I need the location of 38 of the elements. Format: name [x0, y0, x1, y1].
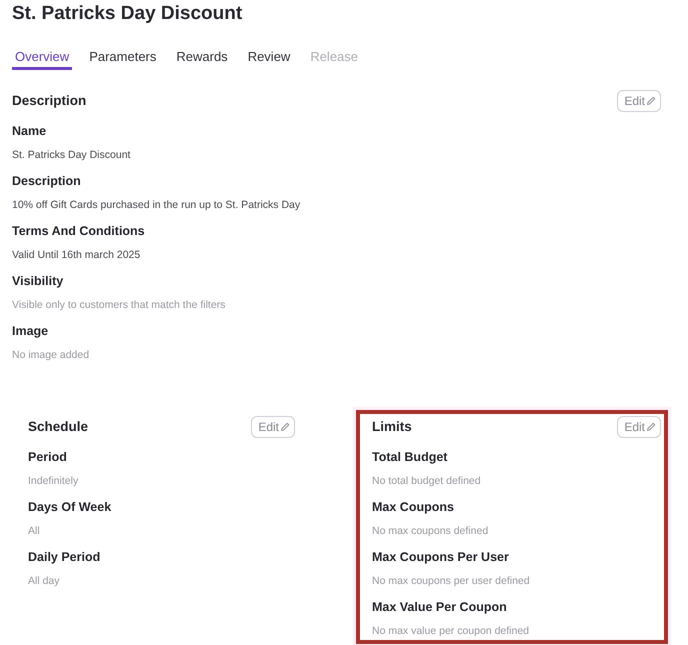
- section-heading: Schedule: [28, 418, 88, 436]
- field-label: Description: [12, 173, 81, 190]
- edit-button[interactable]: Edit: [251, 416, 295, 438]
- field-label: Max Coupons: [372, 499, 454, 516]
- field-value: All: [28, 524, 40, 539]
- field-label: Name: [12, 123, 46, 140]
- field-value: No max coupons defined: [372, 524, 488, 539]
- field-label: Total Budget: [372, 449, 448, 466]
- section-heading: Limits: [372, 418, 412, 436]
- field-label: Visibility: [12, 273, 64, 290]
- field-value: All day: [28, 574, 60, 589]
- field-label: Days Of Week: [28, 499, 112, 516]
- tab[interactable]: Overview: [12, 48, 72, 70]
- section-heading: Description: [12, 92, 86, 110]
- edit-button[interactable]: Edit: [617, 416, 661, 438]
- field-value: Indefinitely: [28, 474, 78, 489]
- field-value: Visible only to customers that match the filters: [12, 298, 226, 313]
- field-value: No max value per coupon defined: [372, 624, 530, 639]
- field-label: Terms And Conditions: [12, 223, 145, 240]
- field-label: Daily Period: [28, 549, 100, 566]
- field-label: Max Value Per Coupon: [372, 599, 507, 616]
- tab[interactable]: Parameters: [86, 48, 160, 70]
- pencil-icon: [646, 422, 656, 432]
- field-value: Valid Until 16th march 2025: [12, 248, 140, 263]
- pencil-icon: [646, 96, 656, 106]
- field-label: Image: [12, 323, 48, 340]
- pencil-icon: [280, 422, 290, 432]
- field-value: 10% off Gift Cards purchased in the run up to St. Patricks Day: [12, 198, 300, 213]
- field-value: No max coupons per user defined: [372, 574, 530, 589]
- tab[interactable]: Review: [244, 48, 294, 70]
- field-value: St. Patricks Day Discount: [12, 148, 130, 163]
- field-label: Period: [28, 449, 67, 466]
- field-value: No image added: [12, 348, 90, 363]
- page-title: St. Patricks Day Discount: [12, 2, 242, 26]
- edit-button[interactable]: Edit: [617, 90, 661, 112]
- tab[interactable]: Rewards: [173, 48, 231, 70]
- field-value: No total budget defined: [372, 474, 481, 489]
- field-label: Max Coupons Per User: [372, 549, 509, 566]
